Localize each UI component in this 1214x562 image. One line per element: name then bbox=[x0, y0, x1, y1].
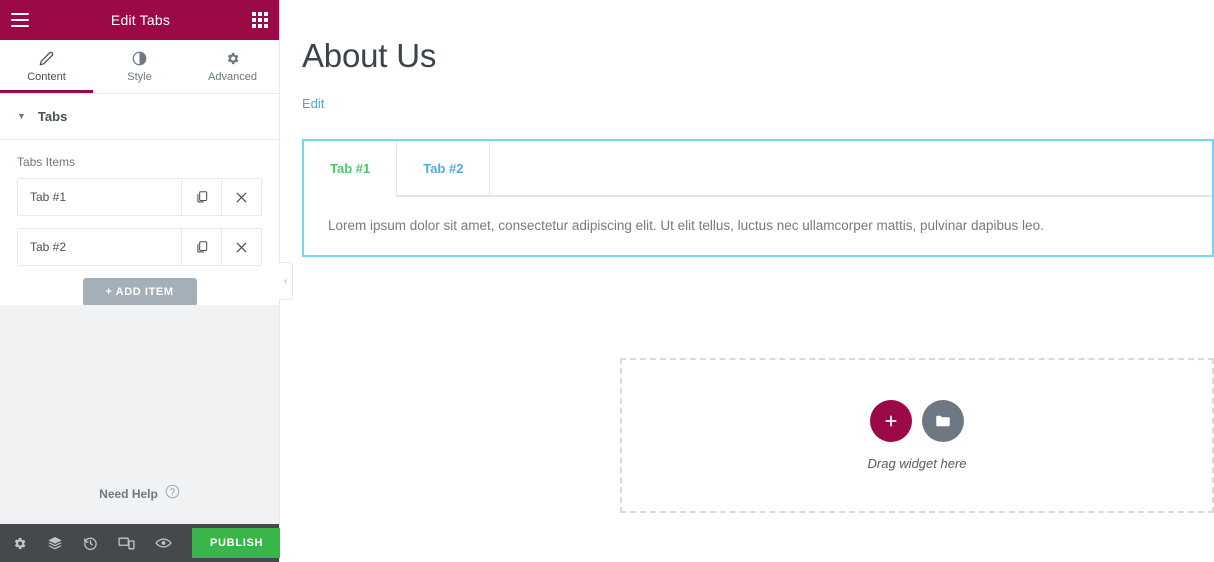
repeater-item-1[interactable]: Tab #1 bbox=[17, 178, 262, 216]
panel-body: Tabs Items Tab #1 Tab #2 + ADD ITEM bbox=[0, 140, 279, 305]
panel-spacer bbox=[0, 305, 279, 470]
section-tabs-label: Tabs bbox=[37, 109, 68, 124]
tab-content-label: Content bbox=[27, 70, 66, 83]
responsive-mode-icon[interactable] bbox=[118, 536, 135, 551]
tabs-widget-nav: Tab #1 Tab #2 bbox=[304, 141, 1212, 198]
half-circle-contrast-icon bbox=[132, 51, 147, 66]
gear-icon bbox=[225, 51, 240, 66]
tab-style-label: Style bbox=[127, 70, 152, 83]
layers-navigator-icon[interactable] bbox=[47, 535, 63, 551]
section-tabs-header[interactable]: ▼ Tabs bbox=[0, 94, 279, 140]
close-icon[interactable] bbox=[221, 229, 261, 265]
duplicate-icon[interactable] bbox=[181, 229, 221, 265]
panel-collapse-handle[interactable]: ‹ bbox=[279, 262, 293, 300]
folder-template-icon[interactable] bbox=[922, 400, 964, 442]
settings-gear-icon[interactable] bbox=[12, 536, 27, 551]
repeater-item-1-label[interactable]: Tab #1 bbox=[18, 179, 181, 215]
panel-header: Edit Tabs bbox=[0, 0, 279, 40]
tabs-widget-content: Lorem ipsum dolor sit amet, consectetur … bbox=[328, 218, 1044, 234]
tabs-nav-filler bbox=[489, 141, 1212, 197]
repeater-item-2[interactable]: Tab #2 bbox=[17, 228, 262, 266]
tab-advanced[interactable]: Advanced bbox=[186, 40, 279, 93]
repeater-item-2-label[interactable]: Tab #2 bbox=[18, 229, 181, 265]
tabs-items-label: Tabs Items bbox=[17, 155, 76, 169]
add-item-button[interactable]: + ADD ITEM bbox=[82, 278, 197, 305]
tabs-widget[interactable]: Tab #1 Tab #2 Lorem ipsum dolor sit amet… bbox=[302, 139, 1214, 258]
publish-button[interactable]: PUBLISH bbox=[192, 528, 282, 558]
dropzone-buttons bbox=[870, 400, 964, 442]
tab-content[interactable]: Content bbox=[0, 40, 93, 93]
page-canvas: About Us Edit Tab #1 Tab #2 Lorem ipsum … bbox=[280, 0, 1214, 562]
panel-footer: PUBLISH bbox=[0, 524, 308, 562]
plus-icon[interactable] bbox=[870, 400, 912, 442]
need-help-label: Need Help bbox=[99, 487, 158, 501]
tab-style[interactable]: Style bbox=[93, 40, 186, 93]
close-icon[interactable] bbox=[221, 179, 261, 215]
pencil-icon bbox=[39, 51, 54, 66]
widget-tab-1[interactable]: Tab #1 bbox=[304, 141, 397, 198]
widget-dropzone[interactable]: Drag widget here bbox=[620, 358, 1214, 513]
widget-tab-2[interactable]: Tab #2 bbox=[396, 141, 490, 197]
preview-eye-icon[interactable] bbox=[155, 536, 172, 550]
panel-title: Edit Tabs bbox=[110, 12, 171, 28]
edit-link[interactable]: Edit bbox=[302, 96, 324, 111]
elementor-editor: Edit Tabs Content Style Advanced ▼ Tabs … bbox=[0, 0, 1214, 562]
tab-advanced-label: Advanced bbox=[208, 70, 257, 83]
chevron-down-icon: ▼ bbox=[17, 111, 26, 121]
duplicate-icon[interactable] bbox=[181, 179, 221, 215]
panel-tabs: Content Style Advanced bbox=[0, 40, 279, 94]
dropzone-label: Drag widget here bbox=[867, 456, 967, 471]
history-icon[interactable] bbox=[83, 536, 98, 551]
page-title: About Us bbox=[302, 37, 437, 74]
editor-panel: Edit Tabs Content Style Advanced ▼ Tabs … bbox=[0, 0, 308, 562]
grid-apps-icon[interactable] bbox=[252, 12, 268, 28]
tabs-items-control: Tabs Items Tab #1 Tab #2 + ADD ITEM bbox=[0, 140, 279, 305]
need-help[interactable]: Need Help bbox=[0, 470, 279, 524]
hamburger-menu-icon[interactable] bbox=[11, 13, 29, 27]
question-circle-icon bbox=[165, 484, 180, 504]
